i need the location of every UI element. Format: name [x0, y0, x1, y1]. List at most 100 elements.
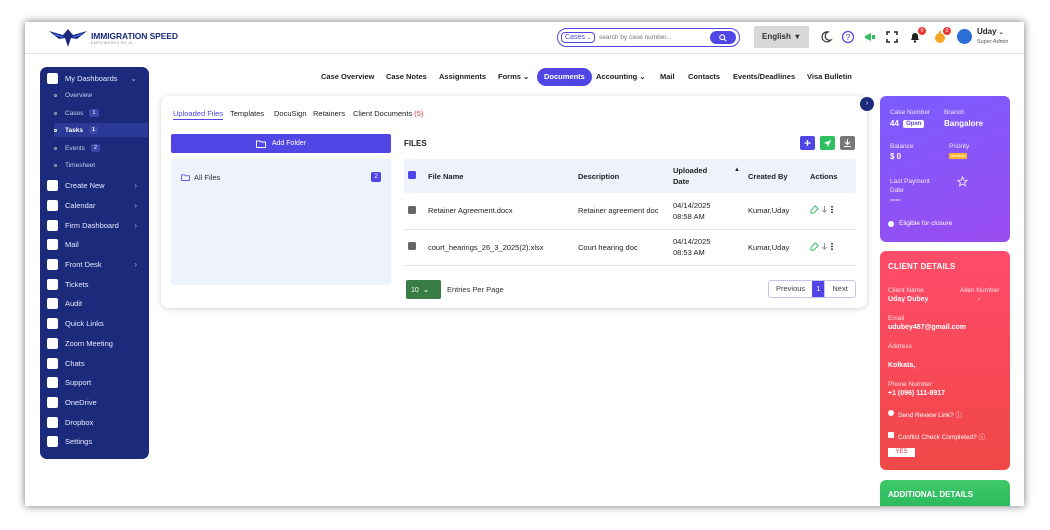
eligible-closure-toggle[interactable]: [888, 221, 894, 227]
sidebar-item-create-new[interactable]: Create New ›: [47, 178, 143, 192]
sidebar-item-firm-dashboard[interactable]: Firm Dashboard ›: [47, 218, 143, 232]
sidebar-item-support[interactable]: Support: [47, 375, 143, 389]
chevron-down-icon: ⌄: [422, 285, 430, 294]
phone-label: Phone Number: [888, 381, 932, 388]
edit-icon[interactable]: [810, 205, 819, 214]
search-type-select[interactable]: Cases ⌄: [561, 32, 595, 43]
download-icon[interactable]: [821, 205, 828, 214]
edit-icon[interactable]: [810, 241, 819, 251]
sidebar-item-onedrive[interactable]: OneDrive: [47, 395, 143, 409]
pagination: Previous 1 Next: [768, 280, 856, 298]
tab-events-deadlines[interactable]: Events/Deadlines: [733, 68, 795, 86]
front-desk-icon: [47, 258, 58, 270]
tab-visa-bulletin[interactable]: Visa Bulletin: [807, 68, 852, 86]
download-icon[interactable]: [821, 242, 828, 251]
notifications-button[interactable]: 0: [908, 27, 926, 44]
sidebar-item-quick-links[interactable]: Quick Links: [47, 316, 143, 330]
more-options-icon[interactable]: [830, 205, 834, 214]
svg-text:?: ?: [846, 33, 851, 42]
table-row: Retainer Agreement.docx Retainer agreeme…: [404, 193, 856, 230]
subtab-client-documents[interactable]: Client Documents (5): [353, 109, 423, 118]
case-info-card: Case Number 44 Open Branch Bangalore Bal…: [880, 96, 1010, 242]
col-uploaded-date[interactable]: Uploaded Date ▲: [669, 159, 744, 193]
collapse-panel-button[interactable]: ›: [860, 97, 874, 111]
download-icon: [844, 139, 851, 148]
send-button[interactable]: [820, 136, 835, 150]
conflict-check-answer: YES: [888, 448, 915, 457]
ticket-icon: [47, 278, 58, 290]
sidebar-item-chats[interactable]: Chats: [47, 356, 143, 370]
next-page-button[interactable]: Next: [824, 281, 854, 297]
prev-page-button[interactable]: Previous: [769, 281, 812, 297]
gear-icon: [47, 435, 58, 447]
tab-forms[interactable]: Forms ⌄: [498, 68, 529, 86]
col-description: Description: [574, 159, 669, 193]
sidebar-item-audit[interactable]: Audit: [47, 296, 143, 310]
user-name: Uday ⌄: [977, 27, 1004, 36]
tab-documents[interactable]: Documents: [537, 68, 592, 86]
row-checkbox[interactable]: [404, 229, 424, 266]
client-email: udubey487@gmail.com: [888, 324, 967, 331]
entries-per-page-select[interactable]: 10 ⌄: [406, 280, 441, 299]
subtab-docusign[interactable]: DocuSign: [274, 109, 307, 118]
tab-mail[interactable]: Mail: [660, 68, 675, 86]
more-options-icon[interactable]: [830, 242, 834, 251]
client-phone: +1 (096) 111-8917: [888, 390, 946, 397]
file-actions: [806, 229, 856, 266]
select-all-checkbox[interactable]: [404, 159, 424, 193]
fullscreen-icon[interactable]: [885, 30, 899, 44]
file-created-by: Kumar,Uday: [744, 193, 806, 230]
add-folder-button[interactable]: Add Folder: [171, 134, 391, 153]
files-title: FILES: [404, 139, 427, 148]
folder-list: All Files 2: [171, 159, 391, 285]
dropbox-icon: [47, 416, 58, 428]
add-file-button[interactable]: [800, 136, 815, 150]
headset-icon: [47, 376, 58, 388]
sidebar-sub-events[interactable]: Events 2: [54, 141, 148, 155]
chevron-down-icon: ⌄: [130, 73, 137, 83]
sidebar-item-tickets[interactable]: Tickets: [47, 277, 143, 291]
subtab-uploaded-files[interactable]: Uploaded Files: [173, 109, 224, 120]
megaphone-icon[interactable]: [863, 30, 877, 44]
tab-contacts[interactable]: Contacts: [688, 68, 720, 86]
dark-mode-icon[interactable]: [819, 30, 833, 44]
search-input[interactable]: [599, 32, 704, 43]
sidebar-item-zoom-meeting[interactable]: Zoom Meeting: [47, 336, 143, 350]
user-menu[interactable]: Uday ⌄ Super Admin: [957, 26, 1017, 50]
sidebar-sub-timesheet[interactable]: Timesheet: [54, 158, 148, 172]
sidebar-sub-tasks[interactable]: Tasks 1: [54, 123, 148, 137]
file-date: 04/14/2025 08:58 AM: [669, 193, 744, 230]
timer-button[interactable]: 0: [933, 27, 951, 44]
sidebar-item-calendar[interactable]: Calendar ›: [47, 198, 143, 212]
current-page[interactable]: 1: [812, 281, 825, 297]
file-name[interactable]: Retainer Agreement.docx: [424, 193, 574, 230]
send-review-radio[interactable]: [888, 410, 894, 416]
download-all-button[interactable]: [840, 136, 855, 150]
language-select[interactable]: English ▾: [754, 26, 809, 48]
search-button[interactable]: [710, 31, 736, 44]
status-badge: Open: [903, 119, 925, 128]
sidebar-sub-overview[interactable]: Overview: [54, 88, 148, 102]
tab-accounting[interactable]: Accounting ⌄: [596, 68, 646, 86]
tab-assignments[interactable]: Assignments: [439, 68, 486, 86]
conflict-check-checkbox[interactable]: [888, 432, 894, 438]
folder-all-files[interactable]: All Files: [181, 173, 220, 182]
tab-case-notes[interactable]: Case Notes: [386, 68, 427, 86]
row-checkbox[interactable]: [404, 193, 424, 230]
file-actions: [806, 193, 856, 230]
subtab-retainers[interactable]: Retainers: [313, 109, 345, 118]
sidebar-item-my-dashboards[interactable]: My Dashboards ⌄: [47, 71, 143, 85]
user-role: Super Admin: [977, 39, 1009, 45]
tab-case-overview[interactable]: Case Overview: [321, 68, 374, 86]
brand-logo[interactable]: IMMIGRATION SPEED EMPOWERED BY AI: [47, 25, 187, 51]
sidebar-item-settings[interactable]: Settings: [47, 434, 143, 448]
help-icon[interactable]: ?: [841, 30, 855, 44]
file-name[interactable]: court_hearings_26_3_2025(2).xlsx: [424, 229, 574, 266]
sidebar-sub-cases[interactable]: Cases 1: [54, 106, 148, 120]
sidebar-item-dropbox[interactable]: Dropbox: [47, 415, 143, 429]
subtab-templates[interactable]: Templates: [230, 109, 264, 118]
star-icon[interactable]: [957, 176, 968, 187]
sidebar-item-front-desk[interactable]: Front Desk ›: [47, 257, 143, 271]
cloud-icon: [47, 396, 58, 408]
sidebar-item-mail[interactable]: Mail: [47, 237, 143, 251]
